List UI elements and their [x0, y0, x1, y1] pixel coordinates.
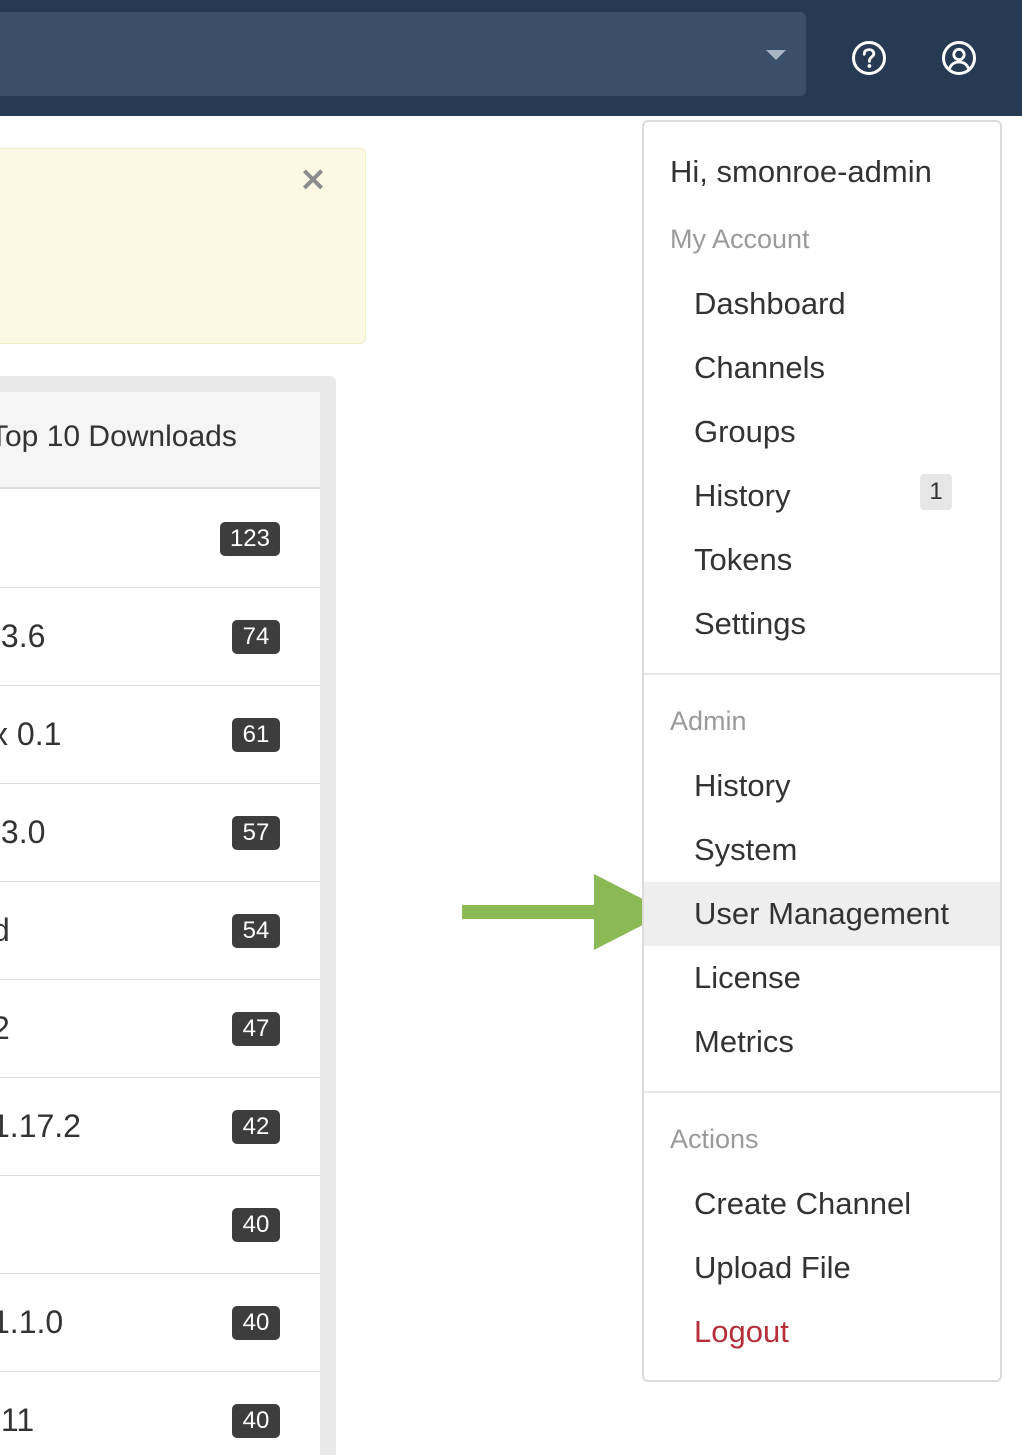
menu-item-channels[interactable]: Channels: [644, 336, 1000, 400]
download-row[interactable]: d 54: [0, 882, 320, 980]
menu-item-license[interactable]: License: [644, 946, 1000, 1010]
download-count-badge: 42: [232, 1110, 280, 1144]
menu-item-metrics[interactable]: Metrics: [644, 1010, 1000, 1074]
download-name[interactable]: .3.6: [0, 618, 45, 655]
download-count-badge: 61: [232, 718, 280, 752]
top-downloads-panel: Top 10 Downloads 123 .3.6 74 x 0.1 61 .3…: [0, 392, 320, 1455]
menu-item-label: System: [694, 832, 798, 867]
menu-item-settings[interactable]: Settings: [644, 592, 1000, 656]
menu-item-user-management[interactable]: User Management: [644, 882, 1000, 946]
download-count-badge: 40: [232, 1306, 280, 1340]
download-row[interactable]: 2 47: [0, 980, 320, 1078]
download-count-badge: 74: [232, 620, 280, 654]
menu-item-label: History: [694, 768, 791, 803]
menu-item-label: User Management: [694, 896, 950, 931]
menu-item-history[interactable]: History 1: [644, 464, 1000, 528]
download-name[interactable]: d: [0, 912, 10, 949]
download-row[interactable]: 123: [0, 490, 320, 588]
download-count-badge: 40: [232, 1404, 280, 1438]
download-count-badge: 40: [232, 1208, 280, 1242]
annotation-arrow-icon: [462, 874, 668, 950]
download-row[interactable]: 1.1.0 40: [0, 1274, 320, 1372]
section-header-actions: Actions: [670, 1124, 759, 1154]
close-icon[interactable]: ×: [296, 162, 330, 196]
menu-item-label: Dashboard: [694, 286, 846, 321]
download-row[interactable]: .3.0 57: [0, 784, 320, 882]
menu-item-create-channel[interactable]: Create Channel: [644, 1172, 1000, 1236]
download-row[interactable]: 1.17.2 42: [0, 1078, 320, 1176]
download-row[interactable]: .11 40: [0, 1372, 320, 1455]
menu-item-label: Groups: [694, 414, 796, 449]
menu-divider: [644, 673, 1000, 675]
menu-item-label: Create Channel: [694, 1186, 912, 1221]
downloads-list: 123 .3.6 74 x 0.1 61 .3.0 57 d 54 2 47 1…: [0, 490, 320, 1455]
download-count-badge: 47: [232, 1012, 280, 1046]
menu-divider: [644, 1091, 1000, 1093]
download-name[interactable]: .11: [0, 1402, 34, 1439]
download-count-badge: 57: [232, 816, 280, 850]
menu-item-label: Metrics: [694, 1024, 794, 1059]
package-search-select[interactable]: [0, 12, 806, 96]
chevron-down-icon[interactable]: [766, 50, 786, 60]
download-count-badge: 123: [219, 522, 280, 556]
menu-item-label: Upload File: [694, 1250, 851, 1285]
user-dropdown-menu: Hi, smonroe-admin My Account Dashboard C…: [642, 120, 1002, 1382]
menu-item-label: Logout: [694, 1314, 789, 1349]
download-name[interactable]: x 0.1: [0, 716, 61, 753]
menu-item-tokens[interactable]: Tokens: [644, 528, 1000, 592]
menu-item-label: Tokens: [694, 542, 793, 577]
menu-item-system[interactable]: System: [644, 818, 1000, 882]
top-navbar: [0, 0, 1022, 116]
section-header-admin: Admin: [670, 706, 747, 736]
menu-item-label: History: [694, 478, 791, 513]
menu-item-label: License: [694, 960, 801, 995]
download-name[interactable]: 1.1.0: [0, 1304, 63, 1341]
menu-item-dashboard[interactable]: Dashboard: [644, 272, 1000, 336]
menu-item-label: Channels: [694, 350, 825, 385]
menu-item-logout[interactable]: Logout: [644, 1300, 1000, 1364]
menu-item-groups[interactable]: Groups: [644, 400, 1000, 464]
menu-item-upload-file[interactable]: Upload File: [644, 1236, 1000, 1300]
download-row[interactable]: x 0.1 61: [0, 686, 320, 784]
user-circle-icon[interactable]: [941, 40, 977, 76]
panel-heading: Top 10 Downloads: [0, 392, 320, 489]
user-greeting: Hi, smonroe-admin: [670, 154, 932, 189]
menu-item-admin-history[interactable]: History: [644, 754, 1000, 818]
download-name[interactable]: 2: [0, 1010, 10, 1047]
question-circle-icon[interactable]: [851, 40, 887, 76]
download-name[interactable]: 1.17.2: [0, 1108, 81, 1145]
download-row[interactable]: 40: [0, 1176, 320, 1274]
download-count-badge: 54: [232, 914, 280, 948]
download-name[interactable]: .3.0: [0, 814, 45, 851]
section-header-my-account: My Account: [670, 224, 810, 254]
history-count-badge: 1: [920, 474, 952, 510]
panel-title: Top 10 Downloads: [0, 420, 237, 453]
menu-item-label: Settings: [694, 606, 807, 641]
download-row[interactable]: .3.6 74: [0, 588, 320, 686]
